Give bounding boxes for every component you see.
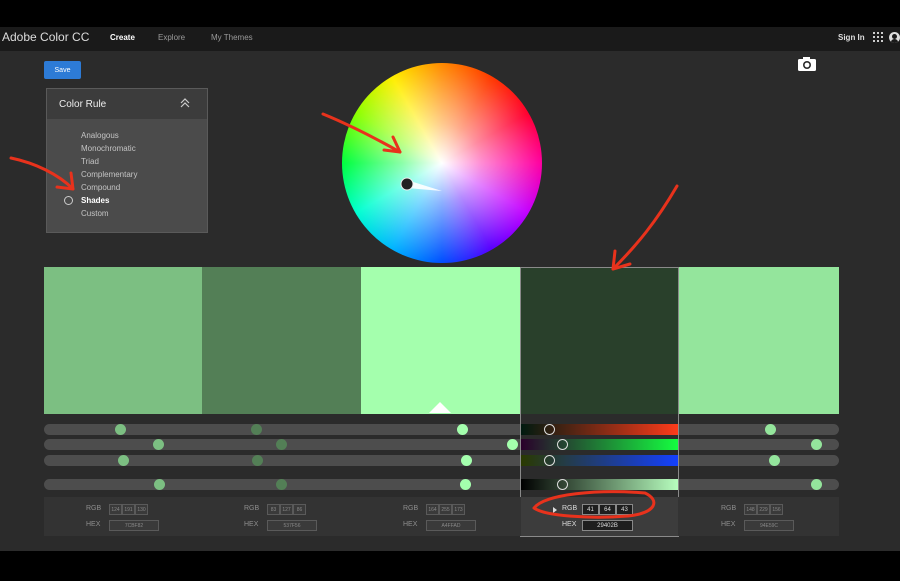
hex-label: HEX <box>244 521 259 528</box>
color-rule-option-label: Complementary <box>81 170 138 179</box>
adobe-color-app: Adobe Color CC Create Explore My Themes … <box>0 27 900 551</box>
color-wheel[interactable] <box>342 63 542 263</box>
color-rule-option-label: Compound <box>81 183 121 192</box>
color-rule-title: Color Rule <box>59 99 107 110</box>
rgb-value-field[interactable]: 164 <box>426 504 439 515</box>
chevron-up-icon[interactable] <box>180 98 190 108</box>
slider-knob[interactable] <box>118 455 129 466</box>
rgb-value-field[interactable]: 86 <box>293 504 306 515</box>
color-rule-option-label: Triad <box>81 157 99 166</box>
rgb-label: RGB <box>562 505 578 512</box>
rgb-value-field[interactable]: 127 <box>280 504 293 515</box>
color-wheel-markers <box>400 177 442 191</box>
save-button[interactable]: Save <box>44 61 81 79</box>
slider-track[interactable] <box>44 424 839 435</box>
slider-knob[interactable] <box>769 455 780 466</box>
hex-value-field[interactable]: 537F56 <box>267 520 317 531</box>
rgb-value-field[interactable]: 83 <box>267 504 280 515</box>
color-rule-option-label: Shades <box>81 196 110 205</box>
rgb-label: RGB <box>244 505 260 512</box>
camera-icon[interactable] <box>797 56 817 72</box>
color-rule-panel: Color Rule Analogous Monochromatic Triad Co… <box>46 88 208 233</box>
slider-knob[interactable] <box>457 424 468 435</box>
slider-knob[interactable] <box>507 439 518 450</box>
nav-create[interactable]: Create <box>110 33 135 42</box>
top-navigation-bar: Adobe Color CC Create Explore My Themes … <box>0 27 900 51</box>
swatch-selected-caret <box>429 402 451 413</box>
hex-label: HEX <box>86 521 101 528</box>
color-swatch[interactable] <box>202 267 361 414</box>
app-grid-icon[interactable] <box>873 32 885 44</box>
color-rule-list: Analogous Monochromatic Triad Complementary… <box>47 129 207 220</box>
rgb-label: RGB <box>86 505 102 512</box>
slider-knob[interactable] <box>153 439 164 450</box>
color-rule-option[interactable]: Triad <box>47 155 207 168</box>
triangle-right-icon[interactable] <box>552 507 558 513</box>
slider-knob[interactable] <box>460 479 471 490</box>
color-swatch[interactable] <box>679 267 839 414</box>
color-rule-option-label: Monochromatic <box>81 144 136 153</box>
color-rule-option[interactable]: Shades <box>47 194 207 207</box>
color-rule-header[interactable]: Color Rule <box>47 89 207 119</box>
rgb-label: RGB <box>721 505 737 512</box>
color-rule-option[interactable]: Monochromatic <box>47 142 207 155</box>
slider-knob[interactable] <box>276 479 287 490</box>
rgb-value-field[interactable]: 191 <box>122 504 135 515</box>
hex-label: HEX <box>403 521 418 528</box>
sign-in-link[interactable]: Sign In <box>838 33 865 42</box>
slider-track[interactable] <box>44 455 839 466</box>
color-swatch[interactable] <box>361 267 520 414</box>
user-avatar-icon[interactable] <box>889 32 900 43</box>
rgb-value-field[interactable]: 255 <box>439 504 452 515</box>
color-rule-option[interactable]: Compound <box>47 181 207 194</box>
rgb-value-field[interactable]: 173 <box>452 504 465 515</box>
brand-title: Adobe Color CC <box>2 30 90 44</box>
rgb-value-field[interactable]: 229 <box>757 504 770 515</box>
slider-knob[interactable] <box>115 424 126 435</box>
color-rule-option[interactable]: Analogous <box>47 129 207 142</box>
color-rule-option-label: Analogous <box>81 131 119 140</box>
rgb-value-field[interactable]: 41 <box>582 504 599 515</box>
rgb-value-field[interactable]: 124 <box>109 504 122 515</box>
rgb-label: RGB <box>403 505 419 512</box>
slider-knob[interactable] <box>765 424 776 435</box>
slider-knob[interactable] <box>811 439 822 450</box>
color-rule-option[interactable]: Custom <box>47 207 207 220</box>
rgb-value-field[interactable]: 130 <box>135 504 148 515</box>
hex-value-field[interactable]: 29402B <box>582 520 633 531</box>
color-rule-option[interactable]: Complementary <box>47 168 207 181</box>
rgb-value-field[interactable]: 64 <box>599 504 616 515</box>
slider-knob[interactable] <box>276 439 287 450</box>
rgb-value-field[interactable]: 148 <box>744 504 757 515</box>
slider-knob[interactable] <box>252 455 263 466</box>
swatch-row <box>44 267 839 414</box>
color-rule-option-label: Custom <box>81 209 109 218</box>
slider-knob[interactable] <box>251 424 262 435</box>
hex-value-field[interactable]: A4FFAD <box>426 520 476 531</box>
slider-knob[interactable] <box>811 479 822 490</box>
hex-value-field[interactable]: 7CBF82 <box>109 520 159 531</box>
slider-knob[interactable] <box>461 455 472 466</box>
nav-explore[interactable]: Explore <box>158 33 185 42</box>
color-swatch[interactable] <box>44 267 202 414</box>
nav-my-themes[interactable]: My Themes <box>211 33 253 42</box>
hex-label: HEX <box>721 521 736 528</box>
rgb-value-field[interactable]: 156 <box>770 504 783 515</box>
slider-knob[interactable] <box>154 479 165 490</box>
radio-icon[interactable] <box>64 196 73 205</box>
hex-value-field[interactable]: 94E59C <box>744 520 794 531</box>
hex-label: HEX <box>562 521 577 528</box>
rgb-value-field[interactable]: 43 <box>616 504 633 515</box>
